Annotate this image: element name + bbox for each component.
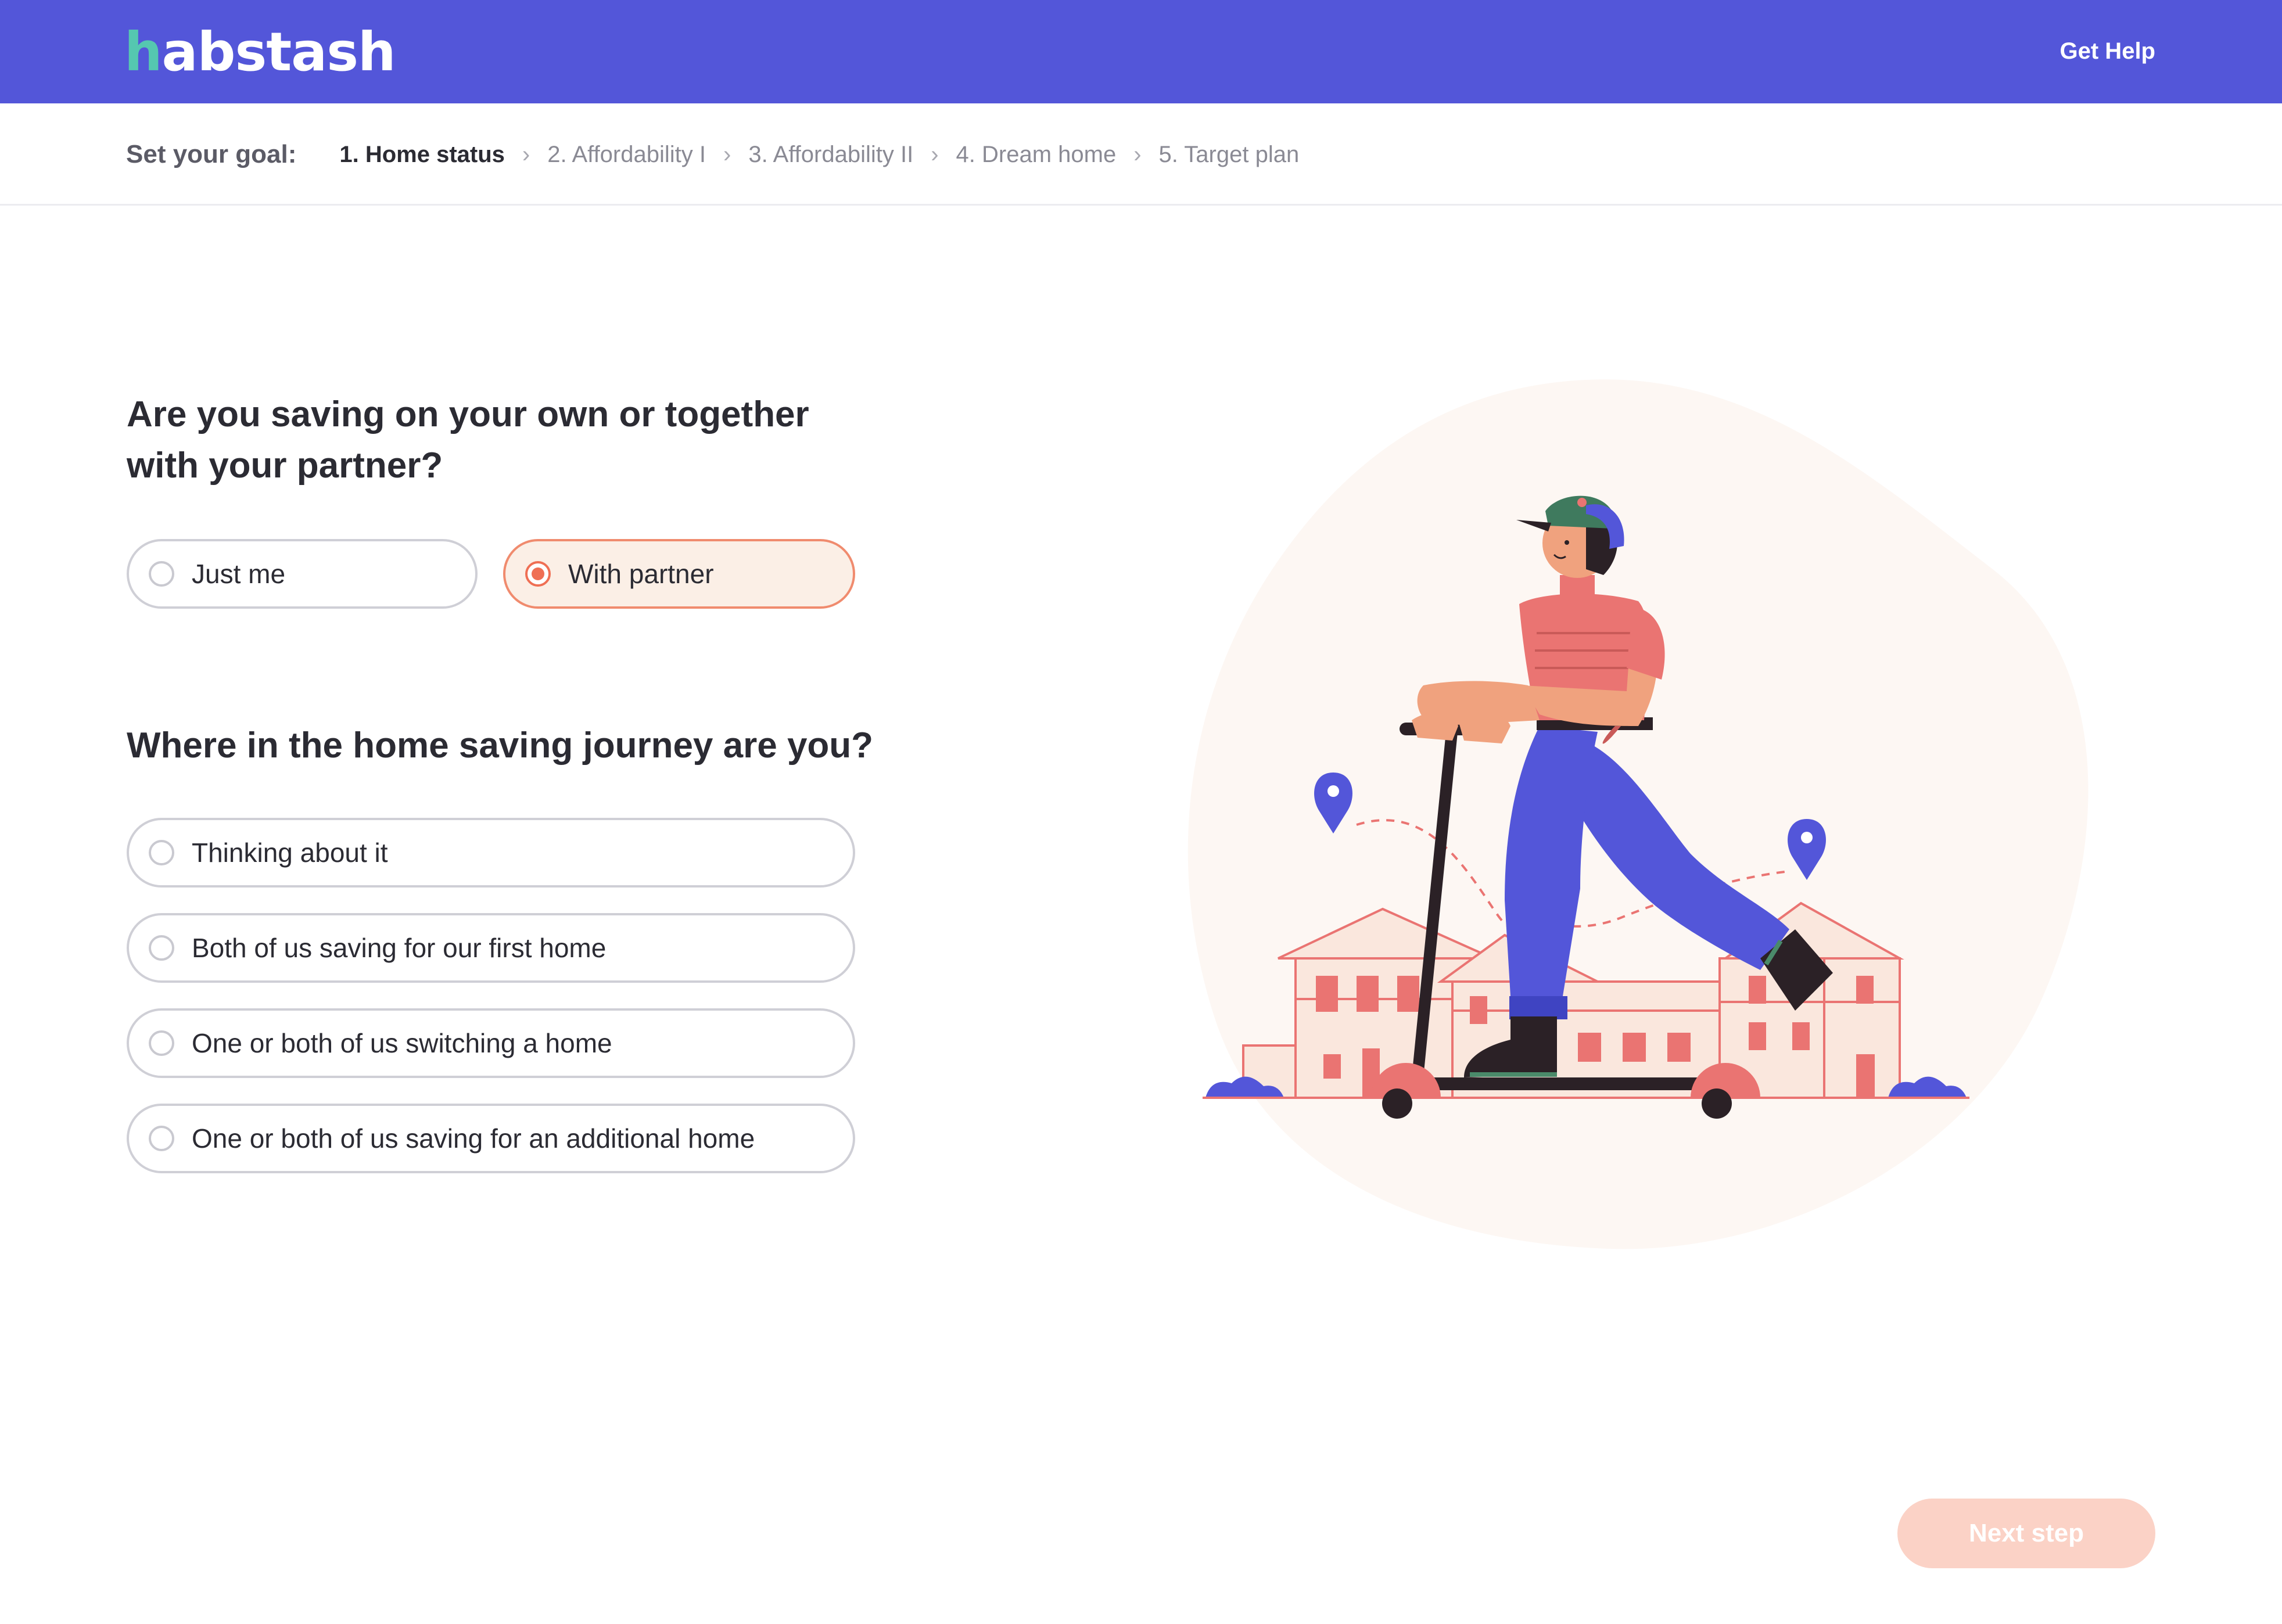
question-saving-with: Are you saving on your own or together w… <box>127 394 809 486</box>
step-home-status[interactable]: 1. Home status <box>339 137 505 172</box>
step-dream-home[interactable]: 4. Dream home <box>956 137 1117 172</box>
radio-unchecked-icon <box>149 1126 174 1151</box>
get-help-link[interactable]: Get Help <box>2060 35 2155 67</box>
radio-checked-icon <box>525 561 551 587</box>
step-target-plan[interactable]: 5. Target plan <box>1159 137 1300 172</box>
option-additional-home[interactable]: One or both of us saving for an addition… <box>127 1104 855 1173</box>
question-saving-journey: Where in the home saving journey are you… <box>127 725 874 766</box>
option-label: One or both of us saving for an addition… <box>192 1123 755 1154</box>
radio-unchecked-icon <box>149 935 174 961</box>
habstash-logo[interactable]: habstash <box>124 23 396 81</box>
option-label: One or both of us switching a home <box>192 1028 612 1058</box>
step-affordability-1[interactable]: 2. Affordability I <box>547 137 706 172</box>
option-label: Both of us saving for our first home <box>192 933 607 963</box>
breadcrumb: Set your goal: 1. Home status › 2. Affor… <box>126 137 1299 172</box>
chevron-right-icon: › <box>723 142 731 167</box>
option-just-me[interactable]: Just me <box>127 539 478 609</box>
option-label: With partner <box>568 559 714 589</box>
chevron-right-icon: › <box>522 142 530 167</box>
option-with-partner[interactable]: With partner <box>503 539 855 609</box>
logo-mark: h <box>124 21 162 83</box>
option-label: Thinking about it <box>192 838 388 868</box>
top-bar: habstash Get Help <box>0 0 2282 103</box>
steps-bar: Set your goal: 1. Home status › 2. Affor… <box>0 103 2282 206</box>
radio-unchecked-icon <box>149 1030 174 1056</box>
set-goal-label: Set your goal: <box>126 140 297 168</box>
next-step-button[interactable]: Next step <box>1897 1499 2155 1568</box>
option-switching-home[interactable]: One or both of us switching a home <box>127 1008 855 1078</box>
radio-unchecked-icon <box>149 840 174 865</box>
step-affordability-2[interactable]: 3. Affordability II <box>748 137 913 172</box>
option-label: Just me <box>192 559 286 589</box>
radio-unchecked-icon <box>149 561 174 587</box>
chevron-right-icon: › <box>931 142 939 167</box>
scooter-illustration <box>1187 379 2089 1249</box>
chevron-right-icon: › <box>1133 142 1142 167</box>
option-thinking-about-it[interactable]: Thinking about it <box>127 818 855 888</box>
option-first-home[interactable]: Both of us saving for our first home <box>127 913 855 983</box>
logo-wordmark: abstash <box>162 21 396 83</box>
